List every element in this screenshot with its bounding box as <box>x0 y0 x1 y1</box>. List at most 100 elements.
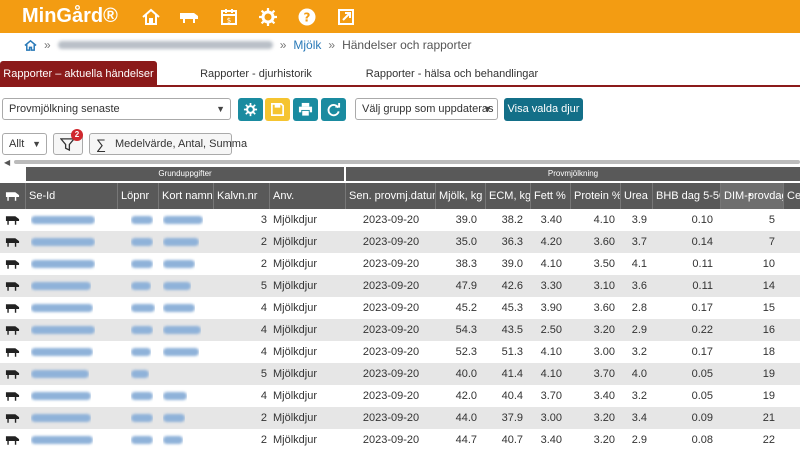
lopnr-link[interactable] <box>131 275 151 297</box>
se-id-link[interactable] <box>31 385 91 407</box>
table-row[interactable]: 4 Mjölkdjur 2023-09-20 42.0 40.4 3.70 3.40 3.2 0… <box>0 385 800 407</box>
column-header[interactable]: Mjölk, kg <box>436 183 486 209</box>
table-row[interactable]: 4 Mjölkdjur 2023-09-20 45.2 45.3 3.90 3.60 2.8 0… <box>0 297 800 319</box>
lopnr-link[interactable] <box>131 385 153 407</box>
se-id-link[interactable] <box>31 209 95 231</box>
gear-icon[interactable] <box>258 7 278 27</box>
show-selected-animals-button[interactable]: Visa valda djur <box>504 98 583 121</box>
cow-icon[interactable] <box>5 325 20 335</box>
se-id-link[interactable] <box>31 341 93 363</box>
se-id-link[interactable] <box>31 231 95 253</box>
short-name-link[interactable] <box>163 297 195 319</box>
short-name-link[interactable] <box>163 209 203 231</box>
short-name-link[interactable] <box>163 429 183 450</box>
select-all-header[interactable] <box>0 183 26 209</box>
se-id-link[interactable] <box>31 429 93 450</box>
cell-urea: 4.0 <box>631 368 647 380</box>
cow-icon[interactable] <box>5 215 20 225</box>
cell-urea: 3.4 <box>631 412 647 424</box>
cow-icon[interactable] <box>5 369 20 379</box>
short-name-link[interactable] <box>163 407 185 429</box>
filter-button[interactable]: 2 <box>53 129 83 155</box>
se-id-link[interactable] <box>31 275 91 297</box>
column-header[interactable]: BHB dag 5-50 <box>653 183 721 209</box>
se-id-link[interactable] <box>31 297 93 319</box>
lopnr-link[interactable] <box>131 407 153 429</box>
lopnr-link[interactable] <box>131 209 153 231</box>
short-name-link[interactable] <box>163 385 187 407</box>
cell-mjolk: 44.0 <box>455 412 477 424</box>
settings-button[interactable] <box>238 98 263 121</box>
tab-current-events[interactable]: Rapporter – aktuella händelser <box>0 61 157 87</box>
cow-icon[interactable] <box>177 7 201 27</box>
cow-icon[interactable] <box>5 413 20 423</box>
column-header[interactable]: Sen. provmj.datum <box>346 183 436 209</box>
cow-icon[interactable] <box>5 259 20 269</box>
short-name-link[interactable] <box>163 341 199 363</box>
se-id-link[interactable] <box>31 363 89 385</box>
se-id-link[interactable] <box>31 407 91 429</box>
horizontal-scrollbar[interactable] <box>14 160 800 164</box>
lopnr-link[interactable] <box>131 341 151 363</box>
print-button[interactable] <box>293 98 318 121</box>
tab-health-treatments[interactable]: Rapporter - hälsa och behandlingar <box>352 61 552 87</box>
lopnr-link[interactable] <box>131 297 155 319</box>
table-row[interactable]: 3 Mjölkdjur 2023-09-20 39.0 38.2 3.40 4.10 3.9 0… <box>0 209 800 231</box>
summary-button[interactable]: ∑ Medelvärde, Antal, Summa <box>89 133 247 155</box>
cow-icon[interactable] <box>5 391 20 401</box>
short-name-link[interactable] <box>163 275 191 297</box>
cow-icon[interactable] <box>5 435 20 445</box>
lopnr-link[interactable] <box>131 429 153 450</box>
table-row[interactable]: 2 Mjölkdjur 2023-09-20 44.0 37.9 3.00 3.20 3.4 0… <box>0 407 800 429</box>
column-header[interactable]: Cel <box>784 183 800 209</box>
column-header[interactable]: Fett % <box>531 183 571 209</box>
short-name-link[interactable] <box>163 319 201 341</box>
cow-icon[interactable] <box>5 303 20 313</box>
cell-fett: 2.50 <box>540 324 562 336</box>
table-row[interactable]: 2 Mjölkdjur 2023-09-20 38.3 39.0 4.10 3.50 4.1 0… <box>0 253 800 275</box>
lopnr-link[interactable] <box>131 363 149 385</box>
refresh-button[interactable] <box>321 98 346 121</box>
cow-icon[interactable] <box>5 347 20 357</box>
column-header[interactable]: Protein % <box>571 183 621 209</box>
column-header[interactable]: Kalvn.nr <box>214 183 270 209</box>
save-button[interactable] <box>265 98 290 121</box>
scroll-left-icon[interactable]: ◀ <box>4 158 10 167</box>
home-icon[interactable] <box>141 7 161 27</box>
lopnr-link[interactable] <box>131 319 153 341</box>
column-header[interactable]: Kort namn <box>159 183 214 209</box>
help-icon[interactable]: ? <box>297 7 317 27</box>
short-name-link[interactable] <box>163 231 199 253</box>
cell-bhb: 0.11 <box>692 280 713 292</box>
se-id-link[interactable] <box>31 319 95 341</box>
se-id-link[interactable] <box>31 253 95 275</box>
table-row[interactable]: 4 Mjölkdjur 2023-09-20 54.3 43.5 2.50 3.20 2.9 0… <box>0 319 800 341</box>
table-row[interactable]: 4 Mjölkdjur 2023-09-20 52.3 51.3 4.10 3.00 3.2 0… <box>0 341 800 363</box>
tab-animal-history[interactable]: Rapporter - djurhistorik <box>180 61 332 87</box>
breadcrumb-section[interactable]: Mjölk <box>293 38 321 52</box>
external-icon[interactable] <box>336 7 356 27</box>
home-icon[interactable] <box>24 39 37 52</box>
lopnr-link[interactable] <box>131 231 153 253</box>
cow-icon[interactable] <box>5 281 20 291</box>
lopnr-link[interactable] <box>131 253 153 275</box>
table-row[interactable]: 2 Mjölkdjur 2023-09-20 44.7 40.7 3.40 3.20 2.9 0… <box>0 429 800 450</box>
report-select[interactable]: Provmjölkning senaste ▼ <box>2 98 231 120</box>
filter-select[interactable]: Allt ▼ <box>2 133 47 155</box>
column-header[interactable]: ECM, kg <box>486 183 531 209</box>
table-row[interactable]: 5 Mjölkdjur 2023-09-20 47.9 42.6 3.30 3.10 3.6 0… <box>0 275 800 297</box>
breadcrumb-farm-name[interactable] <box>57 41 273 49</box>
top-bar: MinGård® $ ? <box>0 0 800 33</box>
short-name-link[interactable] <box>163 253 195 275</box>
table-row[interactable]: 5 Mjölkdjur 2023-09-20 40.0 41.4 4.10 3.70 4.0 0… <box>0 363 800 385</box>
group-select[interactable]: Välj grupp som uppdateras ▼ <box>355 98 498 120</box>
column-header[interactable]: Urea <box>621 183 653 209</box>
table-row[interactable]: 2 Mjölkdjur 2023-09-20 35.0 36.3 4.20 3.60 3.7 0… <box>0 231 800 253</box>
column-header-sorted[interactable]: DIM-provdag ▲ <box>721 183 784 209</box>
column-header[interactable]: Anv. <box>270 183 346 209</box>
app-logo[interactable]: MinGård® <box>22 5 118 28</box>
column-header[interactable]: Se-Id <box>26 183 118 209</box>
cow-icon[interactable] <box>5 237 20 247</box>
column-header[interactable]: Löpnr <box>118 183 159 209</box>
calendar-icon[interactable]: $ <box>219 7 239 27</box>
